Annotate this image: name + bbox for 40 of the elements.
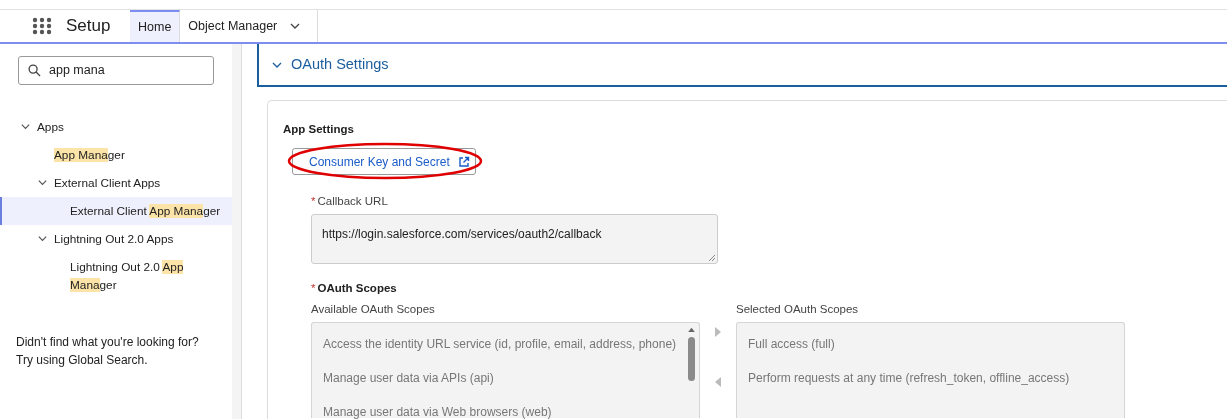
field-label: * Callback URL [311,194,389,210]
scope-option[interactable]: Manage user data via APIs (api) [323,369,699,403]
app-title: Setup [66,15,111,38]
scope-option[interactable]: Full access (full) [748,335,1124,369]
tree-item[interactable]: External Client App Manager [0,197,232,225]
tree-item[interactable]: Lightning Out 2.0 Apps [0,225,232,253]
help-text: Didn't find what you're looking for? Try using Global Search. [16,334,200,369]
tree-item-label: Lightning Out 2.0 App Manager [70,259,185,294]
nav-tab[interactable]: Home [130,10,181,42]
scope-option[interactable]: Access the identity URL service (id, profile, email, address, phone) [323,335,699,369]
tree-item-label: Lightning Out 2.0 Apps [54,231,174,248]
section-header[interactable]: OAuth Settings [257,44,1227,87]
chevron-icon[interactable] [37,177,48,188]
section-heading: App Settings [283,122,355,137]
scope-listbox[interactable]: Access the identity URL service (id, profile, email, address, phone) Manage user data via APIs (api) Manage user data via Web browsers (web) [311,322,700,418]
scroll-up-icon[interactable] [688,327,695,332]
tree-item[interactable]: App Manager [0,141,232,169]
search-icon [28,64,41,77]
chevron-icon[interactable] [37,233,48,244]
tree-item[interactable]: Lightning Out 2.0 App Manager [0,253,232,299]
chevron-icon[interactable] [20,121,31,132]
tree-item-label: External Client Apps [54,175,161,192]
tree-item[interactable]: External Client Apps [0,169,232,197]
listbox-label: Available OAuth Scopes [311,301,436,317]
consumer-key-button[interactable]: Consumer Key and Secret [292,148,476,176]
search-field[interactable]: app mana [18,56,214,85]
scope-option[interactable]: Perform requests at any time (refresh_token, offline_access) [748,369,1124,403]
tree-item-label: Apps [37,119,64,136]
tree-item-label: External Client App Manager [70,203,221,220]
scope-option[interactable]: Manage user data via Web browsers (web) [323,403,699,419]
callback-url-field[interactable]: https://login.salesforce.com/services/oauth2/callback [311,213,718,264]
external-link-icon [457,155,470,168]
scope-listbox[interactable]: Full access (full) Perform requests at any time (refresh_token, offline_access) [736,322,1125,418]
scrollbar-thumb[interactable] [688,337,695,381]
tree-item-label: App Manager [54,147,125,164]
resize-handle-icon[interactable] [709,254,715,261]
app-launcher-icon[interactable] [32,17,52,35]
tree-item[interactable]: Apps [0,113,232,141]
listbox-label: Selected OAuth Scopes [736,301,860,317]
field-label: * OAuth Scopes [311,280,398,296]
